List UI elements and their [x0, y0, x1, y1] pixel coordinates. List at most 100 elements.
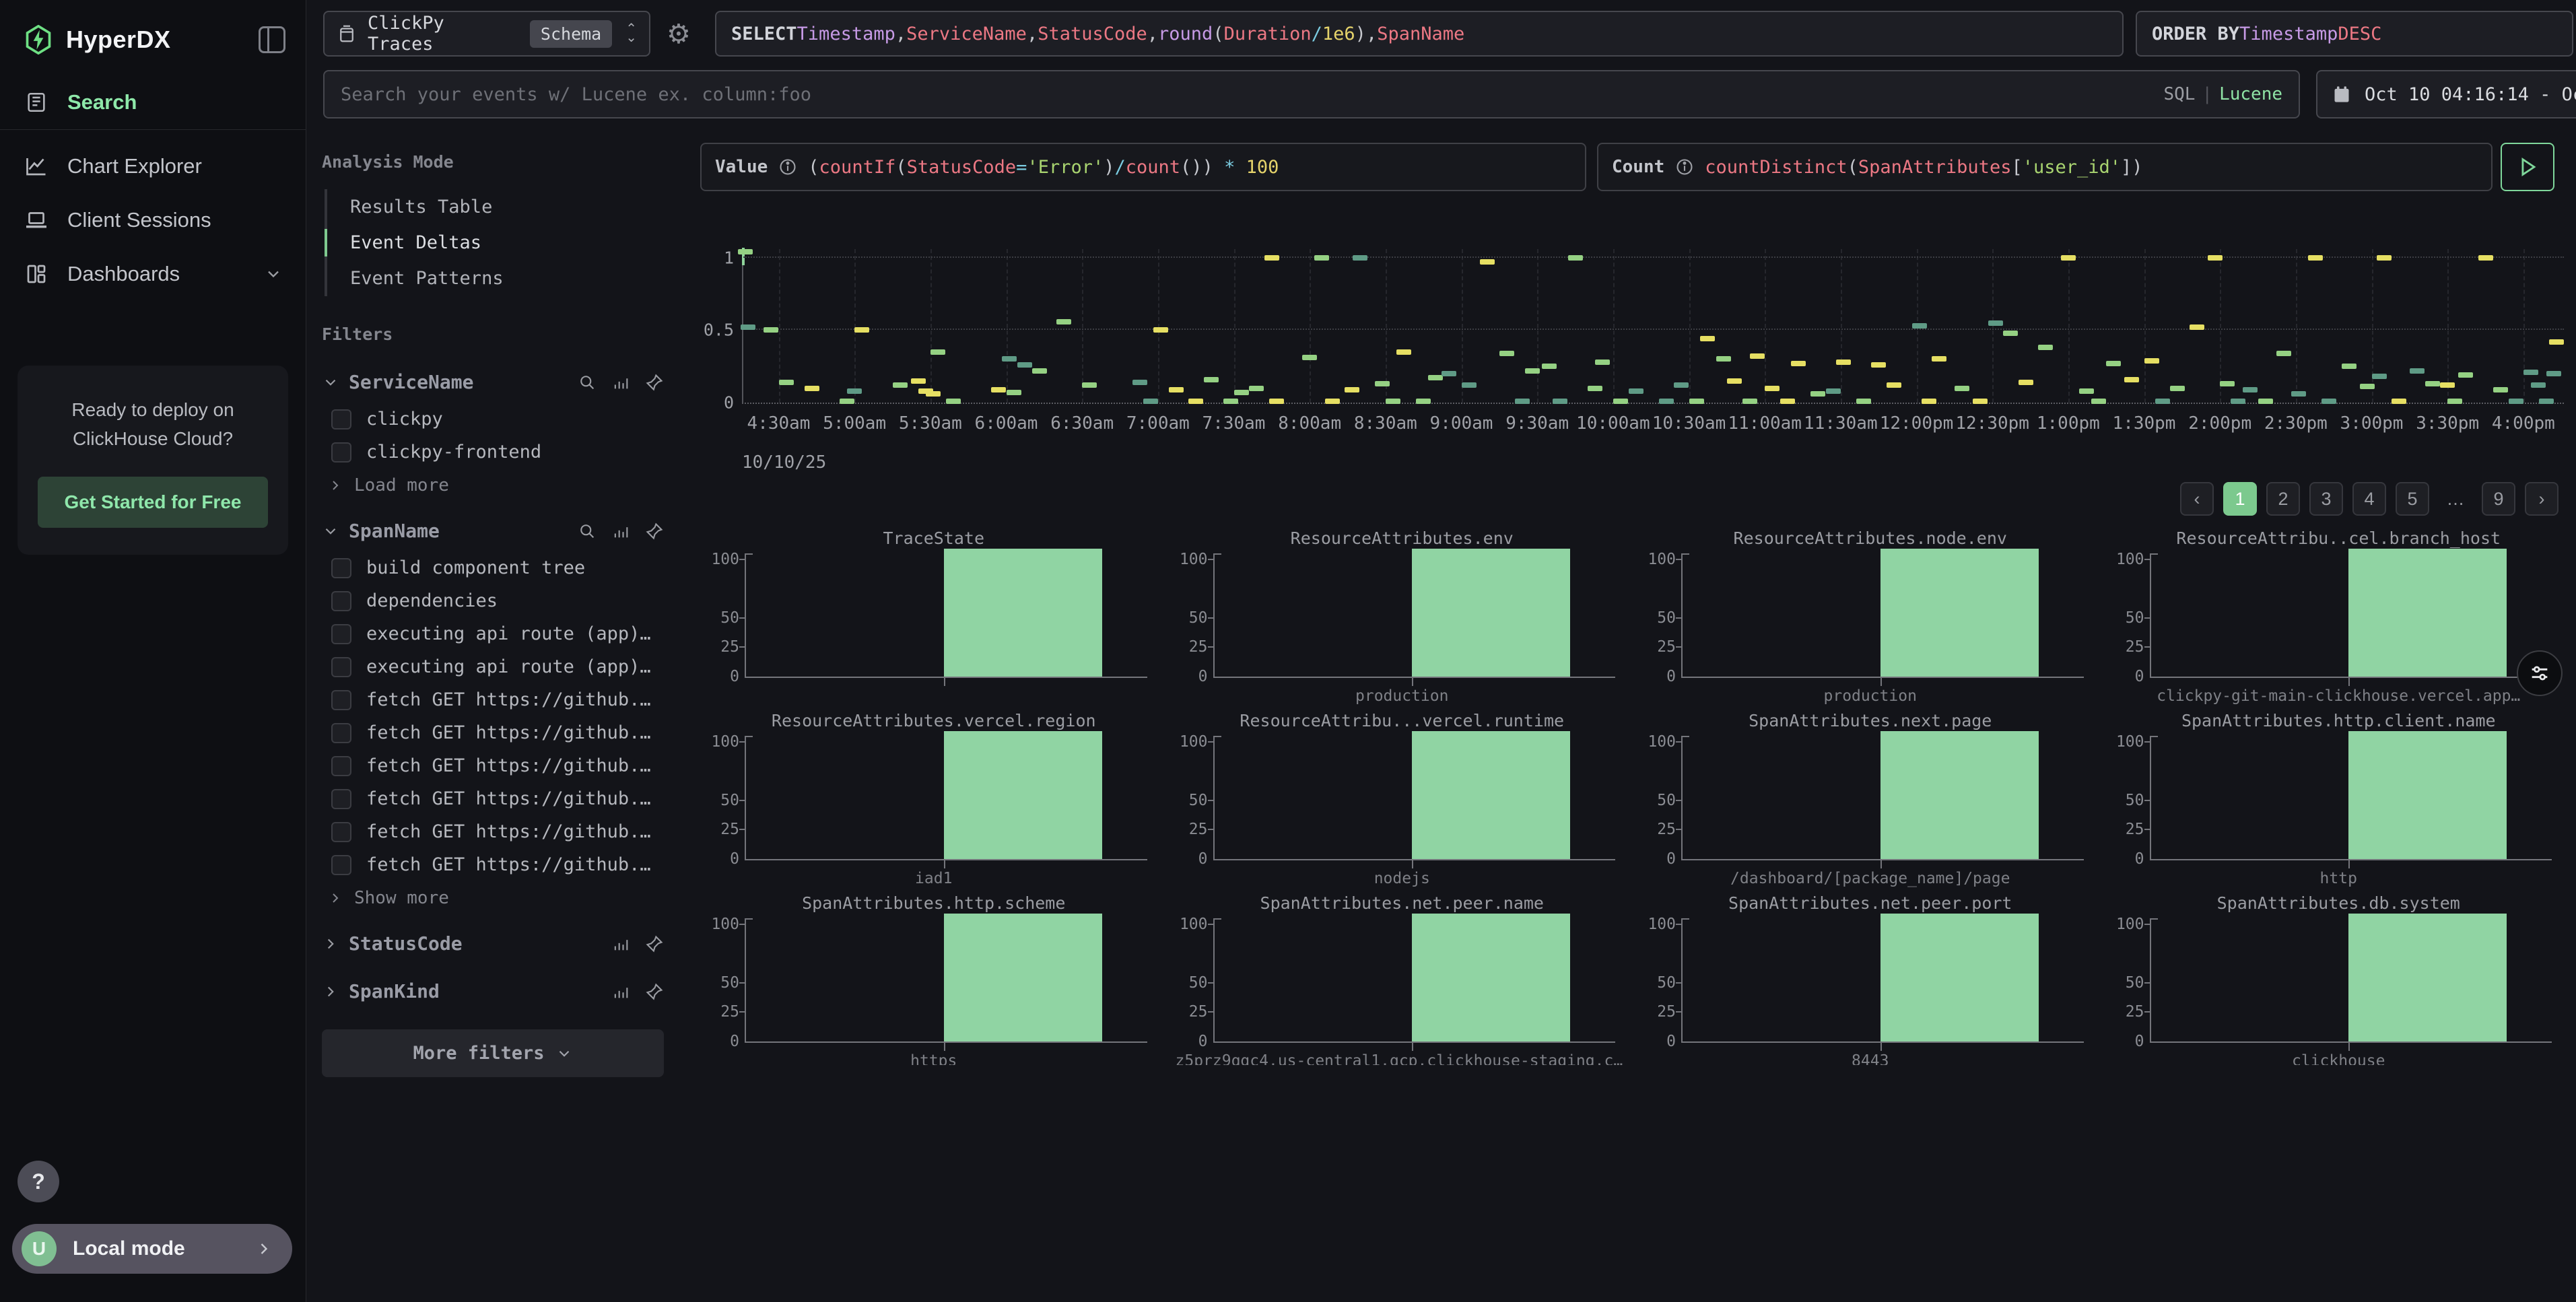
orderby-input[interactable]: ORDER BY Timestamp DESC — [2136, 11, 2573, 57]
pagination-page-button[interactable]: 9 — [2482, 482, 2515, 516]
pagination-prev-button[interactable]: ‹ — [2180, 482, 2214, 516]
filter-checkbox[interactable] — [331, 591, 351, 611]
filter-checkbox[interactable] — [331, 822, 351, 842]
filter-checkbox[interactable] — [331, 690, 351, 710]
filter-checkbox[interactable] — [331, 624, 351, 644]
pin-icon[interactable] — [645, 373, 664, 392]
attribute-bar-chart[interactable]: TraceState 02550100 — [706, 526, 1162, 709]
filter-value-label: fetch GET https://github.… — [366, 788, 651, 809]
filter-section-header[interactable]: StatusCode — [322, 923, 664, 964]
filter-checkbox[interactable] — [331, 723, 351, 743]
load-more-button[interactable]: Load more — [322, 469, 664, 504]
analysis-mode-item[interactable]: Event Patterns — [327, 261, 664, 296]
x-tick-mark — [2348, 1043, 2350, 1051]
collapse-sidebar-icon[interactable] — [259, 26, 285, 53]
filter-section-header[interactable]: ServiceName — [322, 362, 664, 403]
filter-checkbox[interactable] — [331, 855, 351, 875]
filter-checkbox[interactable] — [331, 558, 351, 578]
attribute-bar-chart[interactable]: ResourceAttributes.vercel.region 0255010… — [706, 709, 1162, 891]
delta-point — [2440, 382, 2455, 388]
search-input[interactable]: Search your events w/ Lucene ex. column:… — [323, 70, 2300, 118]
filter-value-row[interactable]: dependencies — [322, 584, 664, 617]
filter-value-row[interactable]: executing api route (app)… — [322, 617, 664, 650]
attribute-bar-chart[interactable]: SpanAttributes.http.client.name 02550100… — [2111, 709, 2567, 891]
attribute-bar-chart[interactable]: SpanAttributes.db.system 02550100 clickh… — [2111, 891, 2567, 1065]
filter-checkbox[interactable] — [331, 442, 351, 462]
y-tick-label: 50 — [1189, 609, 1208, 627]
attribute-bar-chart[interactable]: SpanAttributes.next.page 02550100 /dashb… — [1642, 709, 2099, 891]
count-expression-input[interactable]: Count countDistinct(SpanAttributes['user… — [1597, 143, 2493, 191]
pagination-next-button[interactable]: › — [2525, 482, 2558, 516]
get-started-button[interactable]: Get Started for Free — [38, 477, 268, 528]
select-query-input[interactable]: SELECT Timestamp, ServiceName, StatusCod… — [715, 11, 2124, 57]
x-gridline — [930, 249, 932, 403]
filter-section-header[interactable]: SpanName — [322, 510, 664, 551]
x-gridline — [2068, 249, 2070, 403]
attribute-bar-chart[interactable]: ResourceAttributes.node.env 02550100 pro… — [1642, 526, 2099, 709]
pin-icon[interactable] — [645, 522, 664, 541]
bar-chart-icon[interactable] — [611, 522, 630, 541]
settings-gear-icon[interactable]: ⚙ — [667, 19, 691, 50]
attribute-bar-chart[interactable]: SpanAttributes.net.peer.port 02550100 84… — [1642, 891, 2099, 1065]
attribute-bar-chart[interactable]: SpanAttributes.http.scheme 02550100 http… — [706, 891, 1162, 1065]
y-tick-mark — [1676, 559, 1681, 560]
attribute-bar-chart[interactable]: ResourceAttributes.env 02550100 producti… — [1174, 526, 1631, 709]
value-expression-input[interactable]: Value (countIf(StatusCode='Error')/count… — [700, 143, 1586, 191]
pin-icon[interactable] — [645, 982, 664, 1001]
bar-chart-icon[interactable] — [611, 982, 630, 1001]
filter-section-header[interactable]: SpanKind — [322, 971, 664, 1012]
attribute-bar-chart[interactable]: ResourceAttribu..cel.branch_host 0255010… — [2111, 526, 2567, 709]
bar-chart-icon[interactable] — [611, 373, 630, 392]
pagination-page-button[interactable]: 3 — [2309, 482, 2343, 516]
analysis-mode-item[interactable]: Results Table — [327, 189, 664, 225]
sidebar-item-client-sessions[interactable]: Client Sessions — [0, 193, 306, 247]
floating-filter-button[interactable] — [2517, 650, 2563, 696]
run-analysis-button[interactable] — [2501, 143, 2554, 191]
pin-icon[interactable] — [645, 934, 664, 953]
load-more-button[interactable]: Show more — [322, 881, 664, 916]
filter-value-row[interactable]: fetch GET https://github.… — [322, 716, 664, 749]
x-tick-label: 5:00am — [823, 413, 886, 434]
pagination-page-button[interactable]: 4 — [2352, 482, 2386, 516]
filter-value-row[interactable]: fetch GET https://github.… — [322, 815, 664, 848]
filter-checkbox[interactable] — [331, 789, 351, 809]
sidebar-item-dashboards[interactable]: Dashboards — [0, 247, 306, 301]
search-icon[interactable] — [578, 373, 597, 392]
search-icon[interactable] — [578, 522, 597, 541]
y-tick-mark — [1676, 924, 1681, 925]
more-filters-button[interactable]: More filters — [322, 1029, 664, 1077]
filter-checkbox[interactable] — [331, 756, 351, 776]
filter-value-row[interactable]: clickpy-frontend — [322, 436, 664, 469]
filter-value-label: clickpy — [366, 409, 443, 430]
pagination-page-button[interactable]: 2 — [2266, 482, 2300, 516]
x-tick-mark — [1880, 860, 1882, 868]
filter-value-row[interactable]: fetch GET https://github.… — [322, 749, 664, 782]
sidebar-item-search[interactable]: Search — [0, 75, 306, 130]
x-tick-label: nodejs — [1176, 870, 1629, 887]
user-menu[interactable]: U Local mode — [12, 1224, 292, 1274]
filter-value-row[interactable]: fetch GET https://github.… — [322, 683, 664, 716]
sidebar-item-chart-explorer[interactable]: Chart Explorer — [0, 139, 306, 193]
filter-value-row[interactable]: build component tree — [322, 551, 664, 584]
event-deltas-chart[interactable]: 4:30am5:00am5:30am6:00am6:30am7:00am7:30… — [700, 202, 2568, 477]
attribute-bar-chart[interactable]: SpanAttributes.net.peer.name 02550100 z5… — [1174, 891, 1631, 1065]
pagination-page-button[interactable]: 5 — [2396, 482, 2429, 516]
help-button[interactable]: ? — [18, 1161, 59, 1202]
filter-checkbox[interactable] — [331, 409, 351, 430]
lucene-toggle[interactable]: Lucene — [2219, 84, 2282, 104]
source-select[interactable]: ClickPy Traces Schema ⌃⌄ — [323, 11, 650, 57]
delta-point — [1588, 386, 1602, 391]
bar-chart-icon[interactable] — [611, 934, 630, 953]
filter-value-row[interactable]: executing api route (app)… — [322, 650, 664, 683]
pagination-page-button[interactable]: 1 — [2223, 482, 2257, 516]
pagination-ellipsis[interactable]: … — [2439, 482, 2472, 516]
filter-value-row[interactable]: clickpy — [322, 403, 664, 436]
filter-value-row[interactable]: fetch GET https://github.… — [322, 848, 664, 881]
filter-checkbox[interactable] — [331, 657, 351, 677]
analysis-mode-item[interactable]: Event Deltas — [327, 225, 664, 261]
filter-value-row[interactable]: fetch GET https://github.… — [322, 782, 664, 815]
attribute-bar-chart[interactable]: ResourceAttribu...vercel.runtime 0255010… — [1174, 709, 1631, 891]
date-range-picker[interactable]: Oct 10 04:16:14 - Oct 10 16:16:14 — [2316, 70, 2576, 118]
sql-toggle[interactable]: SQL — [2163, 84, 2195, 104]
filters-label: Filters — [322, 324, 664, 344]
